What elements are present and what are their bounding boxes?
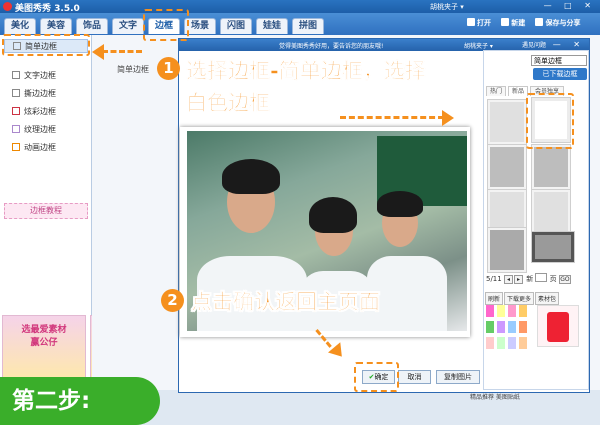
sidebar-item-texture-border[interactable]: 纹理边框 xyxy=(4,123,88,137)
swatch[interactable] xyxy=(486,305,494,317)
save-share-button[interactable]: 保存与分享 xyxy=(535,18,580,27)
panel-action-buttons: 刷新 下载更多 素材包 xyxy=(485,292,560,305)
page-unit-label: 页 xyxy=(549,275,557,283)
person xyxy=(222,159,280,194)
plus-icon xyxy=(501,18,510,26)
border-thumbnail[interactable] xyxy=(487,144,527,190)
downloaded-borders-button[interactable]: 已下载边框 xyxy=(533,68,587,80)
swatch[interactable] xyxy=(519,321,527,333)
ad-banner-left[interactable]: 选最爱素材 赢公仔 xyxy=(2,315,86,385)
highlight-simple-border xyxy=(2,34,90,56)
highlight-confirm-button xyxy=(354,362,399,392)
border-tutorial-link[interactable]: 边框教程 xyxy=(4,203,88,219)
material-preview xyxy=(537,305,579,347)
next-page-button[interactable]: ▸ xyxy=(513,275,523,284)
border-thumbnail[interactable] xyxy=(487,227,527,273)
border-type-select[interactable]: 简单边框 xyxy=(531,55,587,66)
top-toolbar: 打开 新建 保存与分享 xyxy=(467,18,588,28)
cancel-button[interactable]: 取消 xyxy=(398,370,431,384)
border-thumbnail[interactable] xyxy=(531,231,575,263)
open-button[interactable]: 打开 xyxy=(467,18,491,27)
refresh-button[interactable]: 刷新 xyxy=(485,292,504,305)
swatch[interactable] xyxy=(486,321,494,333)
arrow-line xyxy=(340,116,444,119)
swatch[interactable] xyxy=(497,337,505,349)
subtab-new[interactable]: 新品 xyxy=(508,86,528,96)
animated-border-icon xyxy=(12,143,20,151)
tab-flash[interactable]: 闪图 xyxy=(220,18,252,34)
current-border-label: 简单边框 xyxy=(117,65,149,74)
swatch[interactable] xyxy=(508,337,516,349)
page-new-label: 新 xyxy=(526,275,534,283)
swatch[interactable] xyxy=(508,321,516,333)
step-number-2: 2 xyxy=(161,289,184,312)
thumbnail-pager: 5/11 ◂ ▸ 新 页 GO xyxy=(486,273,572,284)
folder-icon xyxy=(467,18,475,26)
phone-preview-icon xyxy=(547,312,569,342)
colorful-border-icon xyxy=(12,107,20,115)
text-border-icon xyxy=(12,71,20,79)
go-button[interactable]: GO xyxy=(558,275,571,284)
status-bar: 精品推荐 美图贴纸 xyxy=(470,394,520,401)
swatch[interactable] xyxy=(497,305,505,317)
border-thumbnail[interactable] xyxy=(487,99,527,145)
arrow-left-icon xyxy=(92,44,104,60)
person xyxy=(377,191,423,217)
new-button[interactable]: 新建 xyxy=(501,18,525,27)
swatch[interactable] xyxy=(519,337,527,349)
page-input[interactable] xyxy=(535,273,548,282)
step-badge: 第二步: xyxy=(0,377,160,425)
save-icon xyxy=(535,18,544,26)
step1-instruction: 选择边框-简单边框，选择 xyxy=(186,59,426,84)
sidebar-item-text-border[interactable]: 文字边框 xyxy=(4,69,88,83)
swatch[interactable] xyxy=(519,305,527,317)
subtab-hot[interactable]: 热门 xyxy=(486,86,506,96)
menu-bar: 美化 美容 饰品 文字 边框 场景 闪图 娃娃 拼图 打开 新建 保存与分享 xyxy=(0,13,600,35)
dialog-message: 觉得美图秀秀好用，要告诉您的朋友哦! xyxy=(279,43,384,50)
sidebar-item-torn-border[interactable]: 撕边边框 xyxy=(4,87,88,101)
step1-instruction-line2: 白色边框 xyxy=(186,91,271,116)
download-more-button[interactable]: 下载更多 xyxy=(504,292,535,305)
tab-text[interactable]: 文字 xyxy=(112,18,144,34)
step2-instruction: 点击确认返回主页面 xyxy=(191,290,381,315)
app-logo-icon xyxy=(3,2,12,11)
prev-page-button[interactable]: ◂ xyxy=(503,275,513,284)
sidebar-item-animated-border[interactable]: 动画边框 xyxy=(4,141,88,155)
border-thumbnail[interactable] xyxy=(531,189,571,235)
texture-border-icon xyxy=(12,125,20,133)
step-number-1: 1 xyxy=(157,57,180,80)
tab-beautify[interactable]: 美化 xyxy=(4,18,36,34)
person xyxy=(309,197,357,233)
tab-decoration[interactable]: 饰品 xyxy=(76,18,108,34)
swatch[interactable] xyxy=(486,337,494,349)
highlight-border-tab xyxy=(143,9,189,41)
swatch[interactable] xyxy=(508,305,516,317)
page-indicator: 5/11 xyxy=(486,275,502,283)
highlight-white-border xyxy=(526,93,574,149)
arrow-line xyxy=(102,50,142,53)
tab-doll[interactable]: 娃娃 xyxy=(256,18,288,34)
sidebar-item-colorful-border[interactable]: 炫彩边框 xyxy=(4,105,88,119)
tab-cosmetic[interactable]: 美容 xyxy=(40,18,72,34)
dialog-user[interactable]: 胡桃夹子 ▾ xyxy=(464,41,493,50)
swatch[interactable] xyxy=(497,321,505,333)
help-link[interactable]: 遇见问题 xyxy=(522,40,546,49)
border-thumbnail[interactable] xyxy=(531,144,571,190)
title-bar: 美图秀秀 3.5.0 胡桃夹子 ▾ — □ ✕ xyxy=(0,0,600,14)
window-controls[interactable]: — □ ✕ xyxy=(544,1,596,10)
torn-border-icon xyxy=(12,89,20,97)
material-pack-button[interactable]: 素材包 xyxy=(535,292,560,305)
user-menu[interactable]: 胡桃夹子 ▾ xyxy=(430,2,464,12)
dialog-controls[interactable]: — ✕ xyxy=(553,40,585,49)
arrow-right-icon xyxy=(442,110,454,126)
reset-button[interactable]: 复制图片 xyxy=(436,370,480,384)
tab-collage[interactable]: 拼图 xyxy=(292,18,324,34)
